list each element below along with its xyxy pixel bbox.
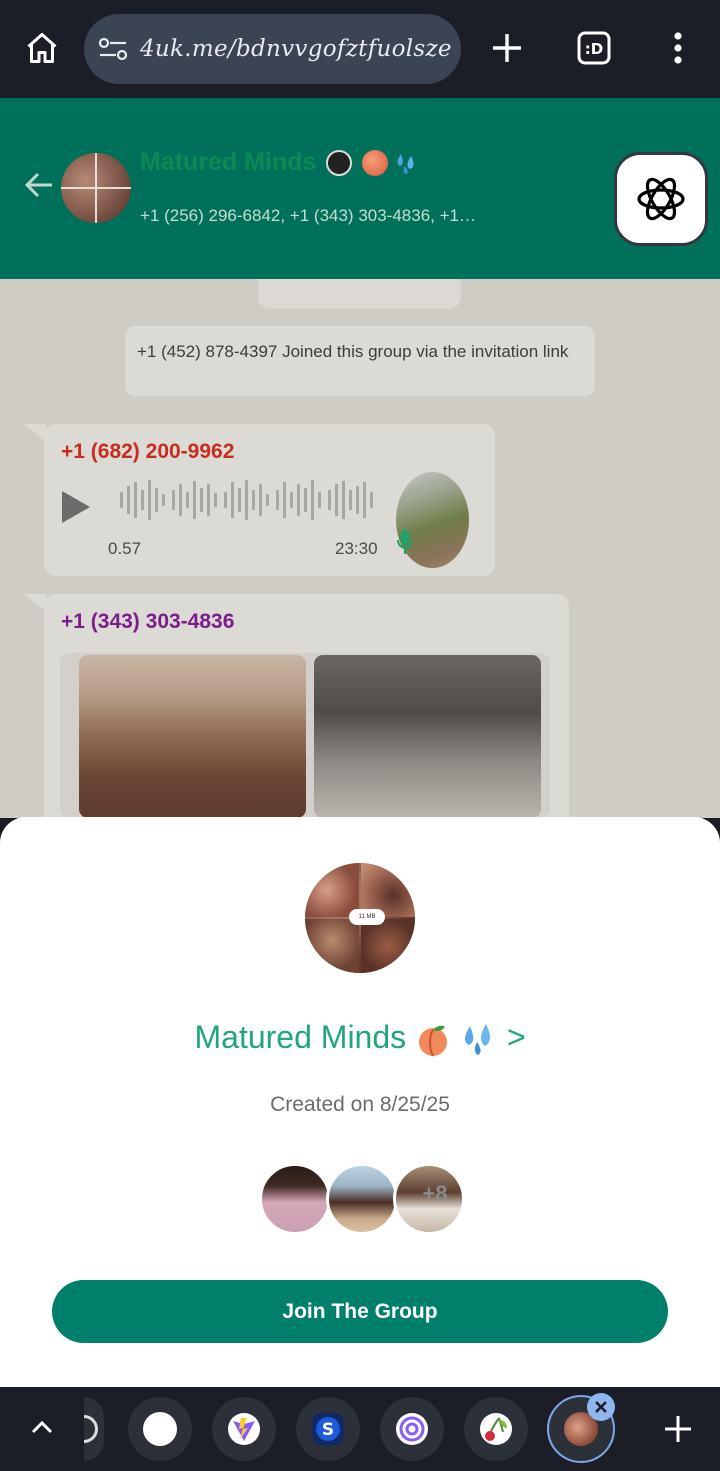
sheet-group-title[interactable]: Matured Minds > (0, 1019, 720, 1058)
more-vert-icon[interactable] (660, 28, 696, 68)
address-bar[interactable]: 4uk.me/bdnvvgofztfuolszex0cl (84, 14, 461, 84)
voice-waveform[interactable] (120, 478, 378, 522)
tab-chip[interactable] (380, 1397, 444, 1461)
s-logo-icon: S (312, 1413, 344, 1445)
tab-chip[interactable] (464, 1397, 528, 1461)
voice-duration: 23:30 (335, 539, 378, 558)
close-tab-button[interactable] (587, 1393, 615, 1421)
tab-chip[interactable]: S (296, 1397, 360, 1461)
chat-header: Matured Minds +1 (256) 296-6842, +1 (343… (0, 98, 720, 279)
openai-icon (637, 177, 685, 221)
screen: 4uk.me/bdnvvgofztfuolszex0cl :D Matured … (0, 0, 720, 1471)
url-text[interactable]: 4uk.me/bdnvvgofztfuolszex0cl (140, 14, 452, 84)
group-avatar-large: 11 MB (305, 863, 415, 973)
eighteen-emoji (326, 150, 352, 176)
vite-logo-icon (228, 1413, 260, 1445)
openai-button[interactable] (614, 152, 708, 246)
back-arrow-icon[interactable] (22, 168, 56, 202)
group-created-date: Created on 8/25/25 (270, 1093, 450, 1116)
new-tab-icon[interactable] (662, 1413, 694, 1445)
site-settings-icon[interactable] (98, 36, 128, 62)
svg-text:S: S (322, 1420, 334, 1440)
tab-chip[interactable] (128, 1397, 192, 1461)
group-members-preview: +1 (256) 296-6842, +1 (343) 303-4836, +1… (140, 206, 476, 225)
droplets-emoji (464, 1023, 490, 1055)
avatar-collage-tile (305, 863, 359, 917)
voice-sender-name[interactable]: +1 (682) 200-9962 (61, 440, 234, 464)
bubble-tail (24, 424, 46, 442)
at-sign-icon (396, 1413, 428, 1445)
browser-toolbar: 4uk.me/bdnvvgofztfuolszex0cl :D (0, 0, 720, 98)
bubble-tail (24, 594, 46, 612)
media-thumbnail[interactable] (314, 655, 541, 818)
tab-strip: S (0, 1387, 720, 1471)
tab-chip-partial[interactable] (84, 1397, 104, 1461)
member-avatar (259, 1163, 331, 1235)
system-message: +1 (452) 878-4397 Joined this group via … (125, 326, 595, 396)
cherry-icon (480, 1413, 512, 1445)
peach-emoji (419, 1025, 448, 1056)
tab-chip[interactable] (212, 1397, 276, 1461)
blank-tab-icon (143, 1412, 177, 1446)
home-button[interactable] (22, 28, 62, 68)
more-members-count: +8 (422, 1181, 448, 1206)
group-avatar[interactable] (61, 153, 131, 223)
media-thumbnail[interactable] (79, 655, 306, 818)
member-avatar (326, 1163, 398, 1235)
tab-switcher-icon[interactable]: :D (574, 28, 614, 68)
join-group-sheet: 11 MB Matured Minds > Created on 8/25/25… (0, 817, 720, 1387)
home-icon (27, 33, 57, 63)
peach-emoji (362, 150, 388, 176)
message-bubble-partial (258, 279, 461, 309)
droplets-emoji (397, 154, 414, 174)
avatar-download-badge: 11 MB (349, 909, 385, 925)
chevron-up-icon[interactable] (28, 1413, 56, 1441)
media-sender-name[interactable]: +1 (343) 303-4836 (61, 610, 234, 634)
play-icon[interactable] (60, 490, 92, 524)
avatar-collage-tile (305, 919, 359, 973)
sheet-title-chevron: > (506, 1019, 526, 1055)
chat-background: Matured Minds +1 (256) 296-6842, +1 (343… (0, 98, 720, 854)
voice-elapsed: 0.57 (108, 539, 142, 558)
plus-icon[interactable] (487, 28, 527, 68)
sheet-group-name: Matured Minds (194, 1019, 407, 1055)
svg-text::D: :D (585, 40, 603, 58)
join-group-button[interactable]: Join The Group (52, 1280, 668, 1343)
group-name[interactable]: Matured Minds (140, 148, 316, 177)
avatar-collage-tile (361, 919, 415, 973)
close-icon (595, 1401, 607, 1413)
mic-icon (397, 530, 413, 554)
